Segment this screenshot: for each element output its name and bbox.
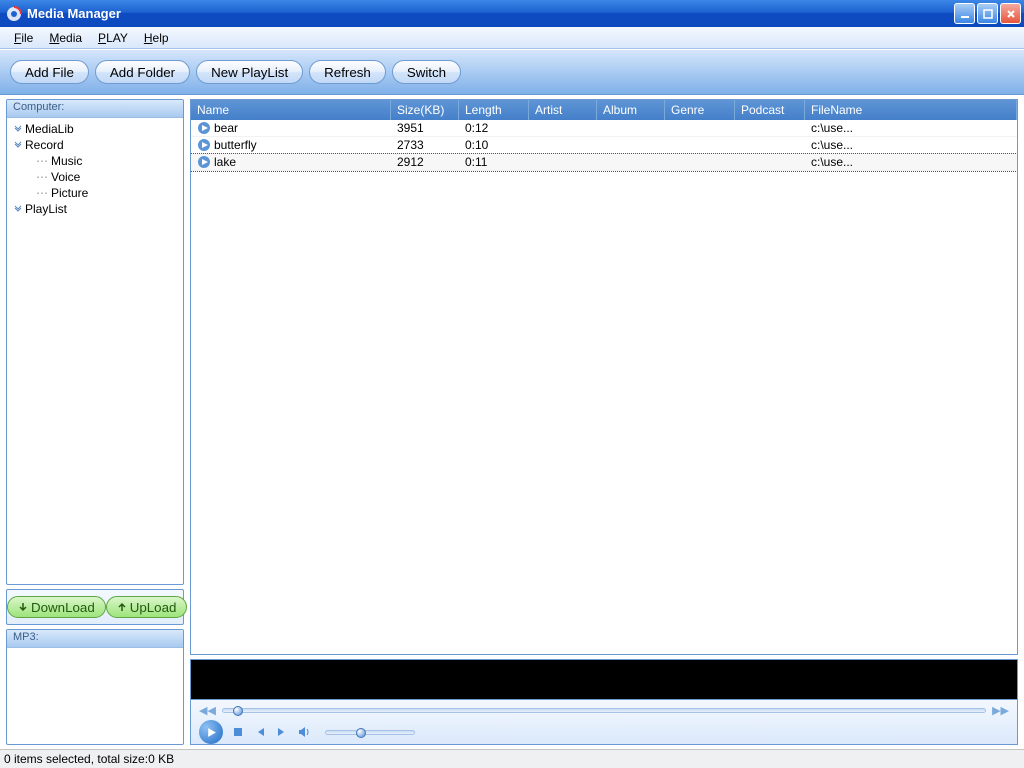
new-playlist-button[interactable]: New PlayList xyxy=(196,60,303,84)
add-file-button[interactable]: Add File xyxy=(10,60,89,84)
stop-button[interactable] xyxy=(231,725,245,739)
switch-button[interactable]: Switch xyxy=(392,60,461,84)
cell-name: butterfly xyxy=(214,138,257,152)
close-button[interactable] xyxy=(1000,3,1021,24)
mp3-panel-header: MP3: xyxy=(7,630,183,648)
refresh-button[interactable]: Refresh xyxy=(309,60,386,84)
tree-node-playlist[interactable]: PlayList xyxy=(9,201,181,217)
col-length[interactable]: Length xyxy=(459,100,529,120)
tree-node-medialib[interactable]: MediaLib xyxy=(9,121,181,137)
cell-name: bear xyxy=(214,121,238,135)
col-album[interactable]: Album xyxy=(597,100,665,120)
cell-name: lake xyxy=(214,155,236,169)
col-artist[interactable]: Artist xyxy=(529,100,597,120)
tree-label: Voice xyxy=(51,170,80,184)
seek-slider[interactable] xyxy=(222,708,986,713)
col-genre[interactable]: Genre xyxy=(665,100,735,120)
media-file-icon xyxy=(197,121,211,135)
title-bar: Media Manager xyxy=(0,0,1024,27)
chevron-down-icon[interactable] xyxy=(11,139,25,152)
tree-label: Record xyxy=(25,138,64,152)
chevron-down-icon[interactable] xyxy=(11,123,25,136)
menu-media[interactable]: Media xyxy=(41,29,90,47)
tree-leaf-icon: ⋯ xyxy=(36,186,48,200)
tree-label: Music xyxy=(51,154,82,168)
seek-forward-icon[interactable]: ▶▶ xyxy=(992,704,1009,717)
cell-size: 2912 xyxy=(391,155,459,169)
tree-leaf-icon: ⋯ xyxy=(36,170,48,184)
cell-filename: c:\use... xyxy=(805,121,1017,135)
media-file-icon xyxy=(197,155,211,169)
menu-help[interactable]: Help xyxy=(136,29,177,47)
seek-back-icon[interactable]: ◀◀ xyxy=(199,704,216,717)
cell-length: 0:10 xyxy=(459,138,529,152)
cell-length: 0:11 xyxy=(459,155,529,169)
download-button[interactable]: DownLoad xyxy=(7,596,106,618)
tree-node-picture[interactable]: ⋯Picture xyxy=(31,185,181,201)
mp3-panel: MP3: xyxy=(6,629,184,745)
tree-label: PlayList xyxy=(25,202,67,216)
table-row[interactable]: butterfly 27330:10 c:\use... xyxy=(191,137,1017,154)
chevron-down-icon[interactable] xyxy=(11,203,25,216)
status-text: 0 items selected, total size:0 KB xyxy=(4,752,174,766)
toolbar: Add File Add Folder New PlayList Refresh… xyxy=(0,49,1024,95)
add-folder-button[interactable]: Add Folder xyxy=(95,60,190,84)
minimize-button[interactable] xyxy=(954,3,975,24)
media-file-icon xyxy=(197,138,211,152)
tree-node-voice[interactable]: ⋯Voice xyxy=(31,169,181,185)
play-button[interactable] xyxy=(199,720,223,744)
volume-icon[interactable] xyxy=(297,725,311,739)
next-button[interactable] xyxy=(275,725,289,739)
upload-button[interactable]: UpLoad xyxy=(106,596,188,618)
col-filename[interactable]: FileName xyxy=(805,100,1017,120)
table-row[interactable]: lake 29120:11 c:\use... xyxy=(191,154,1017,171)
menu-file[interactable]: File xyxy=(6,29,41,47)
file-grid: Name Size(KB) Length Artist Album Genre … xyxy=(190,99,1018,655)
grid-header: Name Size(KB) Length Artist Album Genre … xyxy=(191,100,1017,120)
cell-size: 2733 xyxy=(391,138,459,152)
volume-slider[interactable] xyxy=(325,730,415,735)
cell-filename: c:\use... xyxy=(805,155,1017,169)
transfer-panel: DownLoad UpLoad xyxy=(6,589,184,625)
seek-thumb[interactable] xyxy=(233,706,243,716)
player: ◀◀ ▶▶ xyxy=(190,659,1018,745)
col-name[interactable]: Name xyxy=(191,100,391,120)
tree-node-music[interactable]: ⋯Music xyxy=(31,153,181,169)
tree-leaf-icon: ⋯ xyxy=(36,154,48,168)
computer-tree-header: Computer: xyxy=(7,100,183,118)
video-preview xyxy=(190,659,1018,699)
window-title: Media Manager xyxy=(27,6,121,21)
prev-button[interactable] xyxy=(253,725,267,739)
computer-tree-panel: Computer: MediaLib Record ⋯Music ⋯Voice … xyxy=(6,99,184,585)
tree-node-record[interactable]: Record xyxy=(9,137,181,153)
cell-filename: c:\use... xyxy=(805,138,1017,152)
cell-length: 0:12 xyxy=(459,121,529,135)
tree-label: MediaLib xyxy=(25,122,74,136)
col-podcast[interactable]: Podcast xyxy=(735,100,805,120)
app-icon xyxy=(6,6,22,22)
col-size[interactable]: Size(KB) xyxy=(391,100,459,120)
menu-bar: File Media PLAY Help xyxy=(0,27,1024,49)
volume-thumb[interactable] xyxy=(356,728,366,738)
tree-label: Picture xyxy=(51,186,88,200)
menu-play[interactable]: PLAY xyxy=(90,29,136,47)
maximize-button[interactable] xyxy=(977,3,998,24)
table-row[interactable]: bear 39510:12 c:\use... xyxy=(191,120,1017,137)
cell-size: 3951 xyxy=(391,121,459,135)
status-bar: 0 items selected, total size:0 KB xyxy=(0,749,1024,768)
